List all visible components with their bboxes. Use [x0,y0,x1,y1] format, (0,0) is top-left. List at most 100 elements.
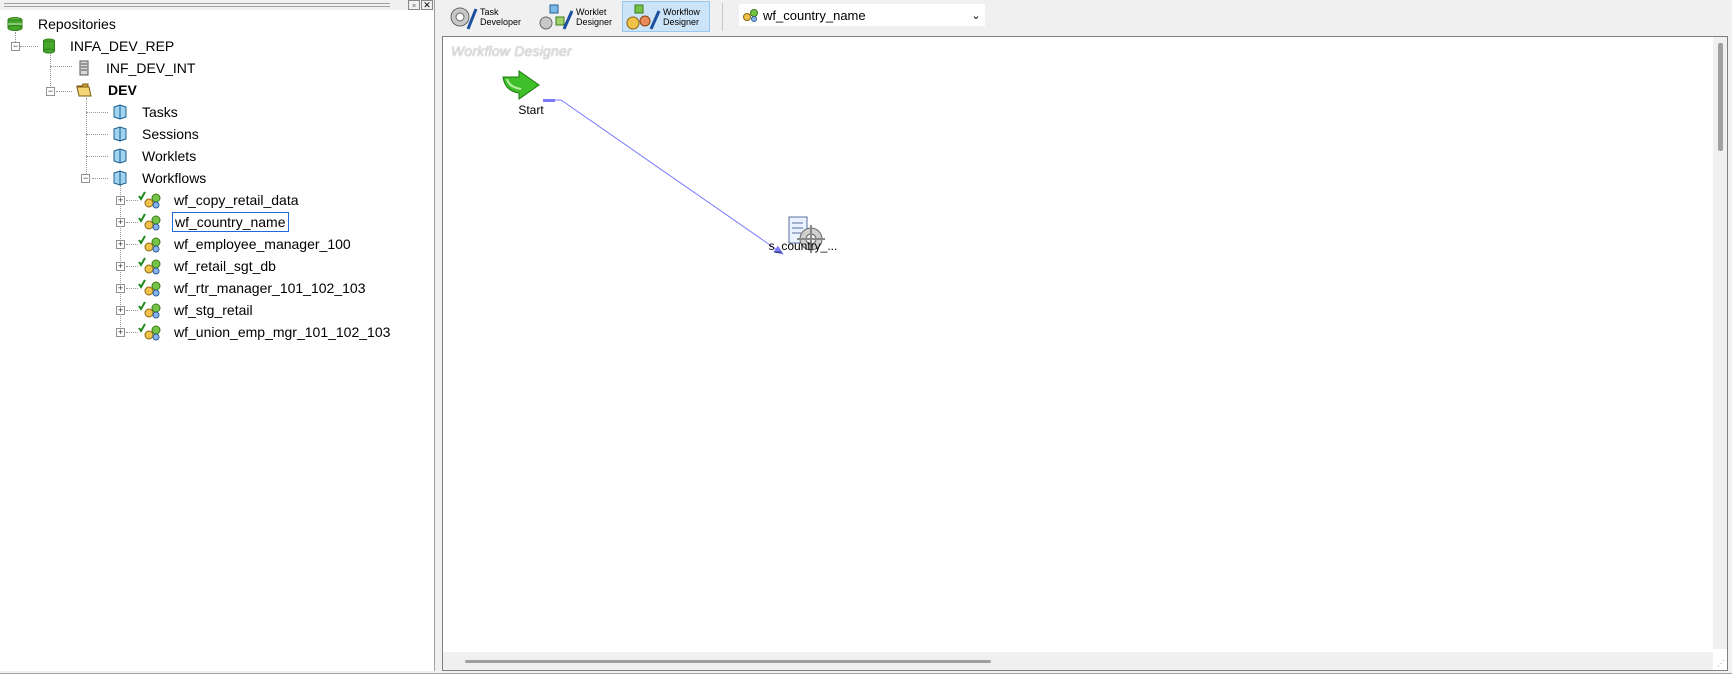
designer-toolbar: Task Developer Worklet Designer Workflow… [440,0,1732,36]
navigator-grip[interactable] [4,3,390,7]
expand-toggle[interactable]: + [116,306,125,315]
tree-label: wf_retail_sgt_db [174,258,276,274]
tree-label: wf_union_emp_mgr_101_102_103 [174,324,391,340]
tree-item-integration-service[interactable]: INF_DEV_INT [78,58,197,78]
collapse-toggle[interactable]: − [81,174,90,183]
task-developer-icon [450,7,478,30]
collapse-toggle[interactable]: − [11,42,20,51]
navigator-restore-button[interactable]: ▫ [408,0,420,10]
tree-label: wf_stg_retail [174,302,253,318]
expand-toggle[interactable]: + [116,240,125,249]
expand-toggle[interactable]: + [116,328,125,337]
tree-label: wf_rtr_manager_101_102_103 [174,280,366,296]
tree-item-workflow[interactable]: wf_stg_retail [138,300,255,320]
tree-item-workflow[interactable]: wf_copy_retail_data [138,190,301,210]
valid-workflow-icon [138,213,161,231]
workflow-link[interactable] [555,99,784,255]
tree-item-workflow[interactable]: wf_country_name [138,212,289,232]
tree-line [86,156,108,157]
tree-item-tasks[interactable]: Tasks [112,102,180,122]
tree-line [126,222,138,223]
workflow-icon [743,9,758,22]
resize-grip[interactable]: ⋰ [1717,659,1725,668]
valid-workflow-icon [138,301,161,319]
tree-label: INF_DEV_INT [106,60,196,76]
book-icon [113,104,127,120]
toolbar-separator [722,3,723,31]
tree-item-repositories[interactable]: Repositories [6,14,118,34]
workflow-designer-icon [626,4,661,30]
tree-line [50,66,72,67]
workflow-designer-canvas[interactable]: Workflow Designer Start s_country_... ⋰ [442,36,1728,671]
tree-label: Worklets [142,148,197,164]
tree-line [126,332,138,333]
task-developer-button[interactable]: Task Developer [446,1,534,32]
tree-item-workflow[interactable]: wf_union_emp_mgr_101_102_103 [138,322,392,342]
vertical-scroll-thumb[interactable] [1718,43,1723,151]
book-icon [113,170,127,186]
tree-item-worklets[interactable]: Worklets [112,146,198,166]
navigator-titlebar: ▫ ✕ [0,0,434,10]
session-label: s_country_... [768,239,838,253]
repositories-icon [7,17,23,31]
start-task[interactable] [499,67,543,104]
tree-line [126,288,138,289]
worklet-designer-button[interactable]: Worklet Designer [536,1,618,32]
valid-workflow-icon [138,257,161,275]
tree-label: wf_employee_manager_100 [174,236,351,252]
tree-line [20,46,38,47]
tool-label: Task Developer [480,6,522,27]
valid-workflow-icon [138,323,161,341]
start-label: Start [518,103,544,117]
tree-label: wf_copy_retail_data [174,192,299,208]
tree-line [56,91,72,92]
tree-item-workflow[interactable]: wf_rtr_manager_101_102_103 [138,278,367,298]
tool-label: Worklet Designer [576,6,613,27]
tree-label: Workflows [142,170,207,186]
tree-label: Repositories [38,16,116,32]
tree-label: DEV [108,82,137,98]
chevron-down-icon[interactable]: ⌄ [967,9,985,22]
valid-workflow-icon [138,235,161,253]
tree-line [86,112,108,113]
valid-workflow-icon [138,191,161,209]
expand-toggle[interactable]: + [116,284,125,293]
workflow-links [543,99,784,255]
worklet-designer-icon [539,4,574,30]
tree-item-workflow[interactable]: wf_employee_manager_100 [138,234,353,254]
tool-label: Workflow Designer [663,6,700,27]
horizontal-scrollbar[interactable] [443,652,1713,670]
tree-label: wf_country_name [172,212,289,232]
tree-line [86,98,87,180]
tree-line [86,134,108,135]
repository-navigator: ▫ ✕ Repositories − INFA_DEV_REP INF_DEV_… [0,0,435,671]
expand-toggle[interactable]: + [116,218,125,227]
tree-item-repository[interactable]: INFA_DEV_REP [42,36,176,56]
workflow-designer-button[interactable]: Workflow Designer [622,1,710,32]
collapse-toggle[interactable]: − [46,87,55,96]
server-icon [79,60,89,76]
vertical-scrollbar[interactable] [1713,37,1727,649]
tree-line [92,178,108,179]
tree-item-folder-dev[interactable]: DEV [76,80,139,100]
book-icon [113,126,127,142]
tree-label: Tasks [142,104,178,120]
expand-toggle[interactable]: + [116,196,125,205]
tree-line [126,200,138,201]
book-icon [113,148,127,164]
tree-line [126,310,138,311]
start-arrow-icon [502,70,540,100]
tree-label: INFA_DEV_REP [70,38,175,54]
workflow-combo-value: wf_country_name [763,7,866,23]
tree-label: Sessions [142,126,199,142]
workflow-combo[interactable]: wf_country_name ⌄ [739,4,985,26]
tree-item-workflow[interactable]: wf_retail_sgt_db [138,256,278,276]
link-connector [543,99,555,102]
expand-toggle[interactable]: + [116,262,125,271]
tree-item-sessions[interactable]: Sessions [112,124,201,144]
horizontal-scroll-thumb[interactable] [465,660,991,663]
tree-item-workflows[interactable]: Workflows [112,168,208,188]
tree-line [126,244,138,245]
open-folder-icon [76,83,92,97]
navigator-close-button[interactable]: ✕ [421,0,433,10]
